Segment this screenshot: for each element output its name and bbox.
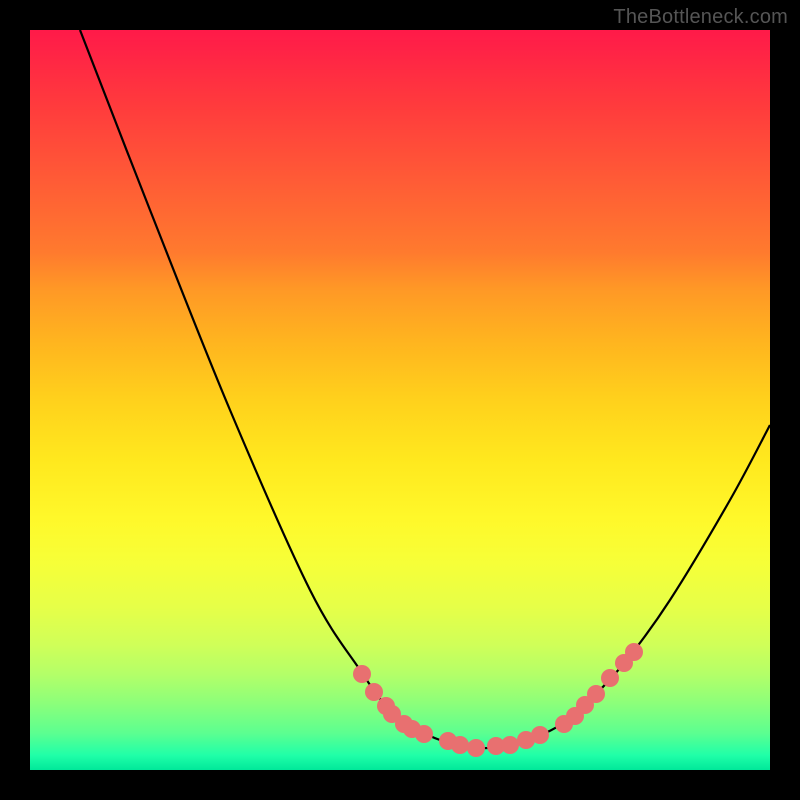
chart-marker-dot [451,736,469,754]
chart-marker-dot [531,726,549,744]
watermark-text: TheBottleneck.com [613,6,788,29]
chart-marker-group [353,643,643,757]
chart-marker-dot [625,643,643,661]
chart-marker-dot [415,725,433,743]
chart-svg [30,30,770,770]
chart-marker-dot [365,683,383,701]
chart-marker-dot [353,665,371,683]
chart-marker-dot [601,669,619,687]
chart-frame: TheBottleneck.com [0,0,800,800]
chart-marker-dot [467,739,485,757]
chart-marker-dot [587,685,605,703]
chart-curve [80,30,770,748]
chart-marker-dot [501,736,519,754]
